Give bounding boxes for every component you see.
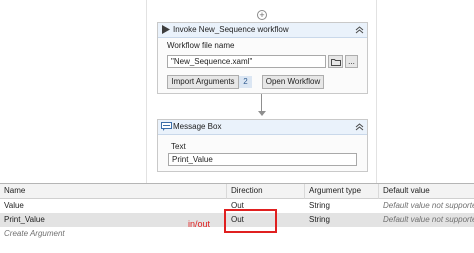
open-workflow-button[interactable]: Open Workflow	[262, 75, 324, 89]
in-out-annotation: in/out	[188, 219, 211, 229]
column-header-name[interactable]: Name	[0, 184, 227, 199]
sequence-right-border	[376, 0, 377, 183]
workflow-designer-canvas: + Invoke New_Sequence workflow Workflow …	[0, 0, 474, 183]
import-arguments-button[interactable]: Import Arguments	[167, 75, 239, 89]
argument-type-cell[interactable]: String	[305, 199, 379, 213]
folder-icon	[330, 59, 341, 66]
default-value-cell: Default value not supported	[383, 201, 474, 210]
play-icon	[162, 25, 170, 34]
argument-name-cell[interactable]: Value	[0, 199, 227, 213]
message-box-icon	[161, 122, 172, 131]
message-box-activity[interactable]: Message Box Text Print_Value	[157, 119, 368, 172]
invoke-workflow-activity[interactable]: Invoke New_Sequence workflow Workflow fi…	[157, 22, 368, 94]
flow-connector	[261, 94, 262, 112]
argument-count-badge: 2	[239, 76, 252, 88]
invoke-workflow-title: Invoke New_Sequence workflow	[173, 25, 289, 34]
create-argument-link[interactable]: Create Argument	[0, 227, 227, 241]
flow-arrow-icon	[258, 111, 266, 116]
workflow-file-input[interactable]: "New_Sequence.xaml"	[167, 55, 326, 68]
add-activity-plus-icon[interactable]: +	[257, 10, 267, 20]
column-header-argument-type[interactable]: Argument type	[305, 184, 379, 199]
invoke-workflow-header: Invoke New_Sequence workflow	[158, 23, 367, 38]
sequence-left-border	[146, 0, 147, 183]
message-box-title: Message Box	[173, 122, 222, 131]
collapse-chevron-icon[interactable]	[355, 25, 364, 34]
column-header-direction[interactable]: Direction	[227, 184, 305, 199]
message-box-header: Message Box	[158, 120, 367, 135]
message-text-input[interactable]: Print_Value	[168, 153, 357, 166]
column-header-default-value[interactable]: Default value	[379, 184, 474, 199]
default-value-cell: Default value not supported	[383, 215, 474, 224]
more-options-button[interactable]: ...	[345, 55, 358, 68]
argument-type-cell[interactable]: String	[305, 213, 379, 227]
text-label: Text	[171, 142, 186, 151]
collapse-chevron-icon[interactable]	[355, 122, 364, 131]
workflow-file-label: Workflow file name	[167, 41, 235, 50]
direction-highlight-box	[224, 209, 277, 233]
browse-folder-button[interactable]	[328, 55, 343, 68]
